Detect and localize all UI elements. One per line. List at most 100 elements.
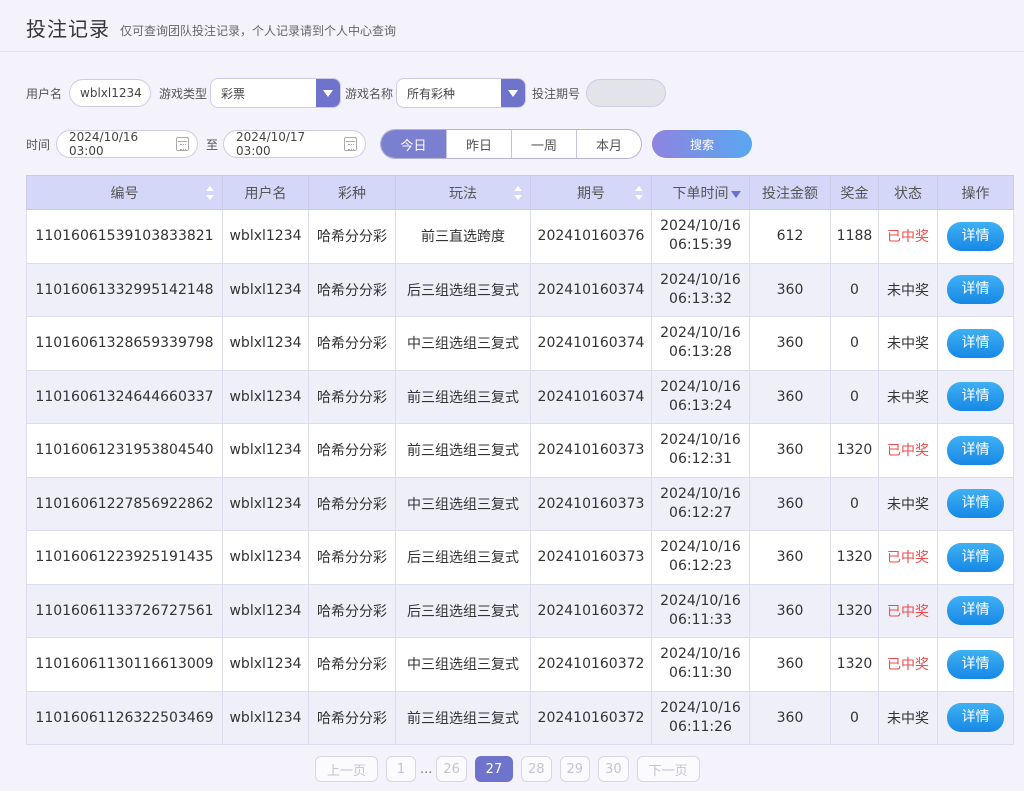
cell-issue: 202410160374 [530, 369, 652, 424]
sort-icon[interactable] [514, 186, 522, 200]
col-header-order-time[interactable]: 下单时间 [651, 175, 750, 210]
game-name-label: 游戏名称 [345, 86, 394, 101]
col-header-lottery: 彩种 [308, 175, 396, 210]
cell-lottery: 哈希分分彩 [308, 690, 396, 745]
calendar-icon[interactable] [343, 137, 358, 151]
cell-status: 已中奖 [878, 423, 938, 478]
cell-issue: 202410160373 [530, 476, 652, 531]
table-row: 11016061332995142148 wblxl1234 哈希分分彩 后三组选组三… [26, 262, 1014, 317]
cell-play: 后三组选组三复式 [395, 583, 531, 638]
cell-id: 11016061126322503469 [26, 690, 223, 745]
start-time-input[interactable]: 2024/10/16 03:00 [56, 130, 199, 158]
prev-page-button[interactable]: 上一页 [315, 756, 378, 782]
page-button[interactable]: 28 [520, 756, 552, 782]
cell-issue: 202410160374 [530, 262, 652, 317]
pagination: 上一页 1 ... 26 27 28 29 30 下一页 [315, 756, 708, 782]
cell-id: 11016061223925191435 [26, 530, 223, 585]
table-row: 11016061130116613009 wblxl1234 哈希分分彩 中三组选组三… [26, 637, 1014, 692]
range-yesterday-button[interactable]: 昨日 [446, 130, 511, 158]
search-button[interactable]: 搜索 [652, 130, 753, 158]
end-time-input[interactable]: 2024/10/17 03:00 [223, 130, 367, 158]
detail-button[interactable]: 详情 [947, 382, 1004, 412]
order-clock: 06:11:26 [669, 718, 732, 735]
cell-lottery: 哈希分分彩 [308, 476, 396, 531]
game-name-select[interactable]: 所有彩种 [396, 78, 527, 108]
game-type-value: 彩票 [221, 86, 246, 101]
table-row: 11016061328659339798 wblxl1234 哈希分分彩 中三组选组三… [26, 316, 1014, 371]
cell-prize: 1320 [830, 530, 879, 585]
order-date: 2024/10/16 [660, 271, 741, 288]
cell-lottery: 哈希分分彩 [308, 637, 396, 692]
chevron-down-icon[interactable] [501, 79, 526, 107]
detail-button[interactable]: 详情 [947, 649, 1004, 679]
cell-action: 详情 [937, 423, 1014, 478]
issue-input[interactable] [586, 79, 667, 107]
detail-button[interactable]: 详情 [947, 275, 1004, 305]
username-input[interactable]: wblxl1234 [69, 79, 152, 107]
cell-order-time: 2024/10/16 06:15:39 [651, 209, 750, 264]
col-header-id[interactable]: 编号 [26, 175, 223, 210]
cell-prize: 0 [830, 690, 879, 745]
detail-button[interactable]: 详情 [947, 489, 1004, 519]
detail-button[interactable]: 详情 [947, 221, 1004, 251]
order-date: 2024/10/16 [660, 325, 741, 342]
detail-button[interactable]: 详情 [947, 542, 1004, 572]
cell-user: wblxl1234 [222, 316, 309, 371]
calendar-icon[interactable] [175, 137, 190, 151]
cell-status: 未中奖 [878, 690, 938, 745]
quick-range-group: 今日 昨日 一周 本月 [380, 129, 643, 159]
detail-button[interactable]: 详情 [947, 596, 1004, 626]
cell-amount: 360 [749, 583, 831, 638]
range-month-button[interactable]: 本月 [576, 130, 641, 158]
cell-lottery: 哈希分分彩 [308, 583, 396, 638]
col-header-amount: 投注金额 [749, 175, 831, 210]
range-week-button[interactable]: 一周 [511, 130, 576, 158]
cell-prize: 1188 [830, 209, 879, 264]
cell-play: 后三组选组三复式 [395, 530, 531, 585]
cell-amount: 612 [749, 209, 831, 264]
cell-id: 11016061328659339798 [26, 316, 223, 371]
range-today-button[interactable]: 今日 [381, 130, 447, 158]
next-page-button[interactable]: 下一页 [636, 756, 700, 782]
table-row: 11016061539103833821 wblxl1234 哈希分分彩 前三直选跨度… [26, 209, 1014, 264]
cell-action: 详情 [937, 316, 1014, 371]
col-header-play[interactable]: 玩法 [395, 175, 531, 210]
detail-button[interactable]: 详情 [947, 703, 1004, 733]
cell-action: 详情 [937, 690, 1014, 745]
cell-issue: 202410160372 [530, 637, 652, 692]
detail-button[interactable]: 详情 [947, 328, 1004, 358]
game-type-select[interactable]: 彩票 [210, 78, 342, 108]
order-clock: 06:12:31 [669, 451, 732, 468]
cell-order-time: 2024/10/16 06:12:31 [651, 423, 750, 478]
order-date: 2024/10/16 [660, 432, 741, 449]
cell-amount: 360 [749, 316, 831, 371]
page-button-first[interactable]: 1 [386, 756, 416, 782]
chevron-down-icon[interactable] [316, 79, 341, 107]
sort-icon[interactable] [635, 186, 643, 200]
col-header-issue[interactable]: 期号 [530, 175, 652, 210]
username-value: wblxl1234 [80, 86, 142, 100]
cell-id: 11016061539103833821 [26, 209, 223, 264]
page-button[interactable]: 30 [598, 756, 629, 782]
cell-order-time: 2024/10/16 06:12:23 [651, 530, 750, 585]
cell-amount: 360 [749, 423, 831, 478]
page-button[interactable]: 26 [436, 756, 467, 782]
filter-row-2: 时间 2024/10/16 03:00 至 2024/10/17 03:00 今… [26, 129, 753, 159]
cell-issue: 202410160373 [530, 423, 652, 478]
sort-desc-icon[interactable] [731, 191, 741, 198]
col-header-prize: 奖金 [830, 175, 879, 210]
cell-user: wblxl1234 [222, 369, 309, 424]
cell-prize: 0 [830, 262, 879, 317]
order-date: 2024/10/16 [660, 592, 741, 609]
cell-amount: 360 [749, 369, 831, 424]
cell-action: 详情 [937, 209, 1014, 264]
sort-icon[interactable] [206, 186, 214, 200]
cell-action: 详情 [937, 262, 1014, 317]
page-title: 投注记录 [26, 17, 110, 41]
cell-prize: 0 [830, 316, 879, 371]
page-button-current[interactable]: 27 [474, 756, 513, 782]
page-button[interactable]: 29 [559, 756, 591, 782]
detail-button[interactable]: 详情 [947, 435, 1004, 465]
cell-amount: 360 [749, 690, 831, 745]
order-clock: 06:13:32 [669, 290, 732, 307]
